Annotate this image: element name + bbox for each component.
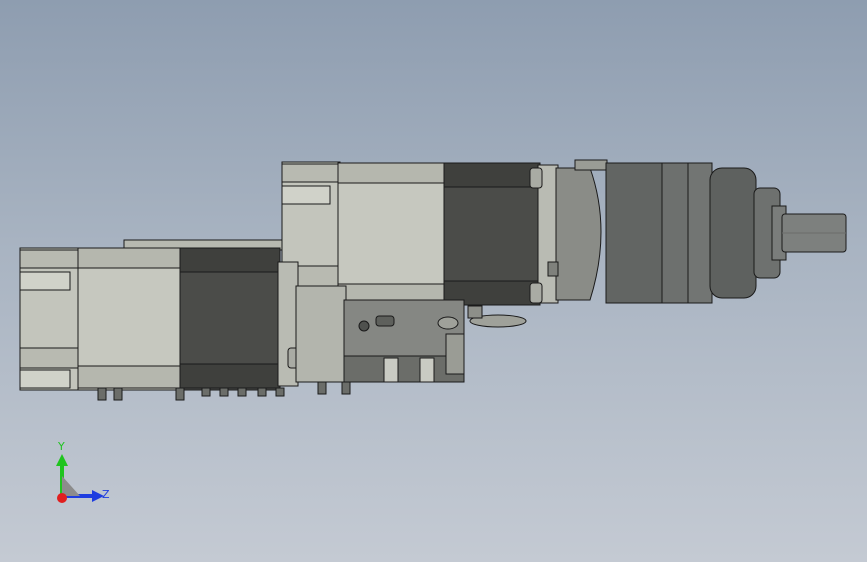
y-axis-label: Y xyxy=(57,440,65,453)
lower-motor[interactable] xyxy=(19,239,301,391)
axis-triad: Y Z xyxy=(56,440,110,503)
upper-motor[interactable] xyxy=(281,159,847,306)
cad-viewport[interactable]: Y Z xyxy=(0,0,867,562)
x-axis-dot-icon xyxy=(57,493,67,503)
motor-assembly-model[interactable] xyxy=(0,0,867,562)
z-axis-label: Z xyxy=(102,488,110,501)
y-axis-arrow-icon xyxy=(56,454,68,466)
